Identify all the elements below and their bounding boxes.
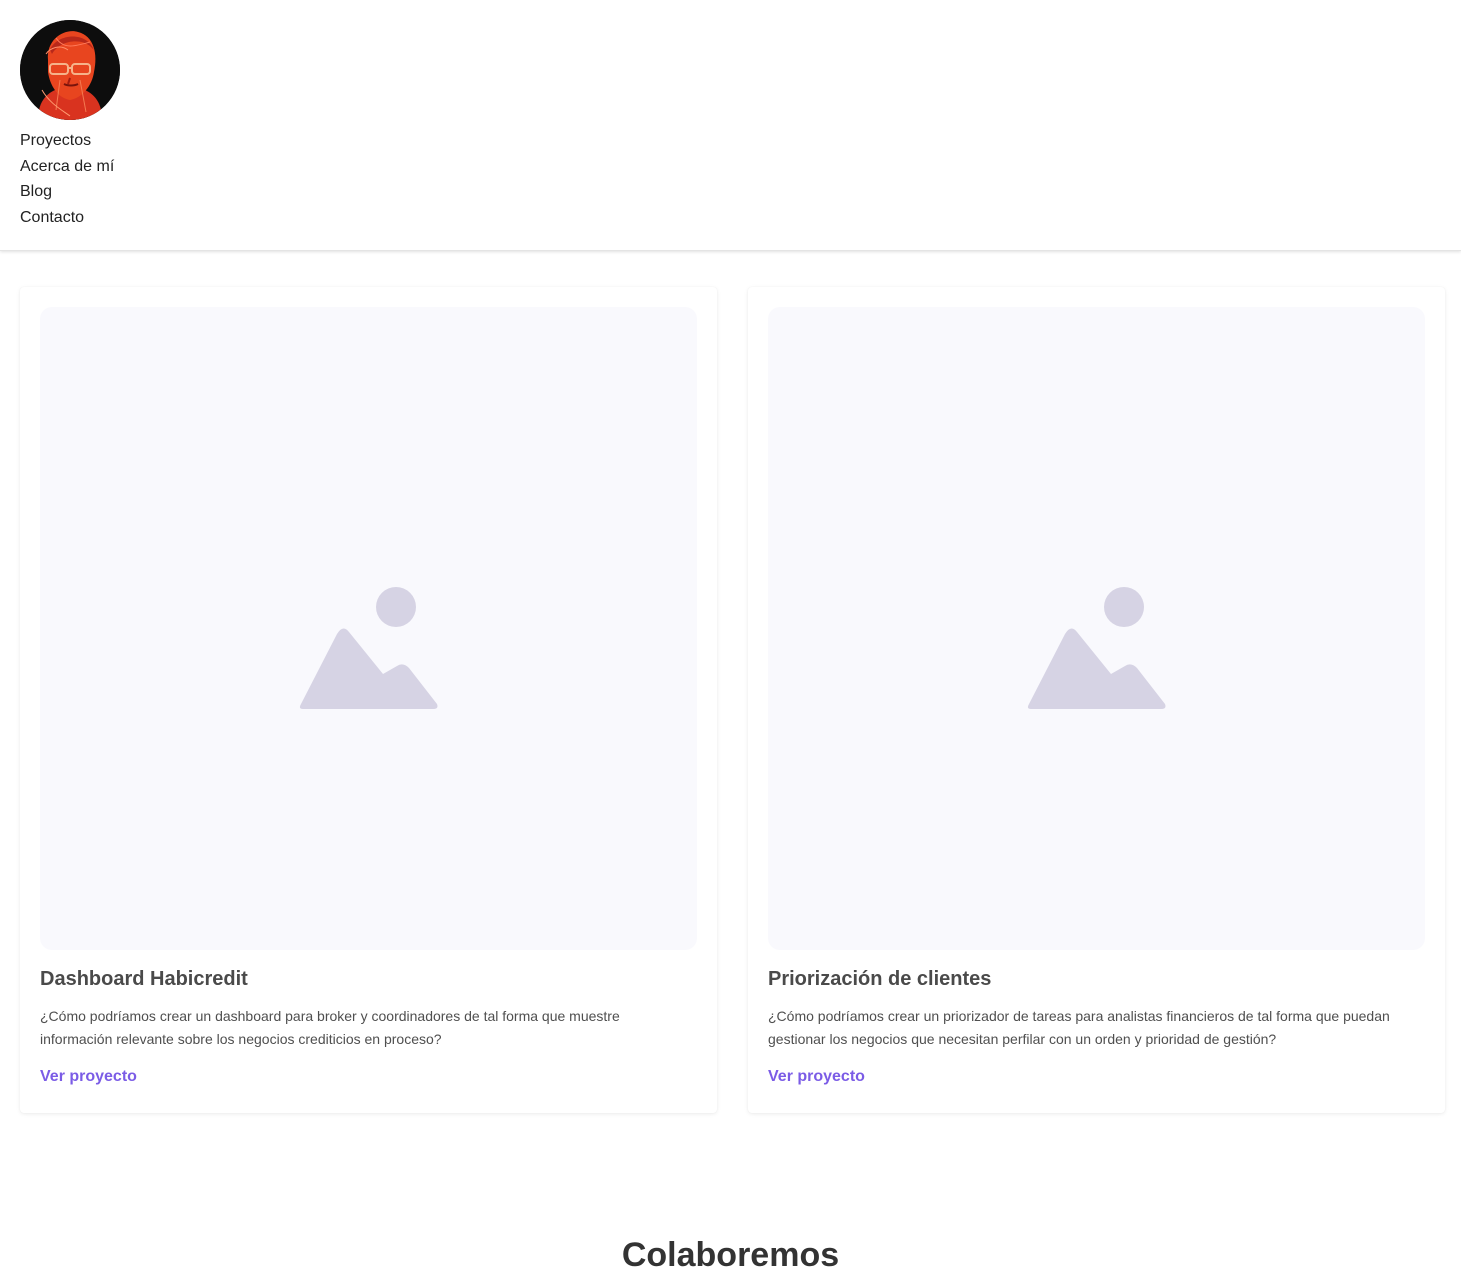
image-placeholder-icon bbox=[299, 587, 438, 709]
project-card: Dashboard Habicredit ¿Cómo podríamos cre… bbox=[20, 287, 717, 1113]
project-description: ¿Cómo podríamos crear un dashboard para … bbox=[40, 1008, 620, 1047]
view-project-link[interactable]: Ver proyecto bbox=[40, 1068, 137, 1086]
main-nav: Proyectos Acerca de mí Blog Contacto bbox=[20, 128, 114, 230]
nav-item-contacto[interactable]: Contacto bbox=[20, 205, 114, 231]
project-image-placeholder[interactable] bbox=[40, 307, 697, 950]
project-title: Dashboard Habicredit bbox=[40, 968, 248, 990]
nav-item-acerca[interactable]: Acerca de mí bbox=[20, 154, 114, 180]
nav-item-blog[interactable]: Blog bbox=[20, 179, 114, 205]
project-image-placeholder[interactable] bbox=[768, 307, 1425, 950]
site-header: Proyectos Acerca de mí Blog Contacto bbox=[0, 0, 1461, 251]
avatar[interactable] bbox=[20, 20, 120, 120]
project-description: ¿Cómo podríamos crear un priorizador de … bbox=[768, 1008, 1390, 1047]
image-placeholder-icon bbox=[1027, 587, 1166, 709]
nav-item-proyectos[interactable]: Proyectos bbox=[20, 128, 114, 154]
project-title: Priorización de clientes bbox=[768, 968, 992, 990]
collaborate-heading: Colaboremos bbox=[621, 1236, 840, 1274]
view-project-link[interactable]: Ver proyecto bbox=[768, 1068, 865, 1086]
projects-grid: Dashboard Habicredit ¿Cómo podríamos cre… bbox=[20, 287, 1445, 1113]
project-card: Priorización de clientes ¿Cómo podríamos… bbox=[748, 287, 1445, 1113]
avatar-portrait-icon bbox=[20, 20, 120, 120]
